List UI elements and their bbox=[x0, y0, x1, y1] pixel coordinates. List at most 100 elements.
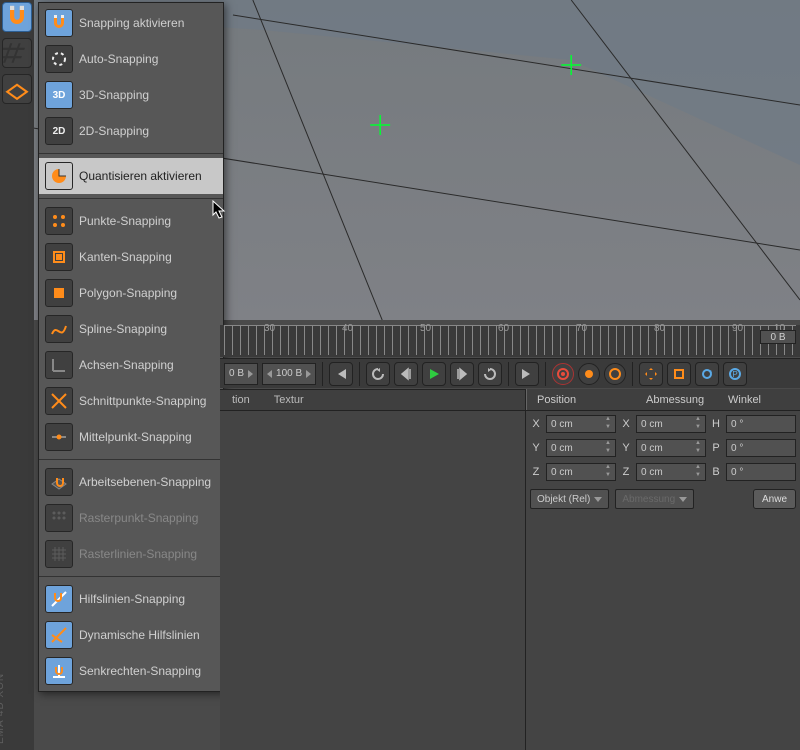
ruler-tick: 70 bbox=[576, 323, 587, 334]
param-key-button[interactable]: P bbox=[723, 362, 747, 386]
menu-label: Rasterlinien-Snapping bbox=[79, 547, 217, 561]
perpendicular-icon bbox=[45, 657, 73, 685]
move-key-button[interactable] bbox=[639, 362, 663, 386]
grid-tool-button[interactable] bbox=[2, 38, 32, 68]
coord-row-y: Y 0 cm▲▼ Y 0 cm▲▼ P 0 ° bbox=[526, 437, 800, 459]
menu-label: Polygon-Snapping bbox=[79, 286, 217, 300]
polygon-icon bbox=[45, 279, 73, 307]
coord-row-z: Z 0 cm▲▼ Z 0 cm▲▼ B 0 ° bbox=[526, 461, 800, 483]
coord-mode-dropdown[interactable]: Objekt (Rel) bbox=[530, 489, 609, 509]
menu-enable-snapping[interactable]: Snapping aktivieren bbox=[39, 5, 223, 41]
ang-p-field[interactable]: 0 ° bbox=[726, 439, 796, 457]
menu-label: Quantisieren aktivieren bbox=[79, 169, 217, 183]
axis-label: X bbox=[620, 418, 632, 430]
step-back-loop-button[interactable] bbox=[366, 362, 390, 386]
axis-label: P bbox=[710, 442, 722, 454]
gridpoint-icon bbox=[45, 504, 73, 532]
ruler-tick: 30 bbox=[264, 323, 275, 334]
record-button[interactable] bbox=[552, 363, 574, 385]
intersect-icon bbox=[45, 387, 73, 415]
col-angle: Winkel bbox=[718, 389, 800, 410]
frame-start-field[interactable]: 0 B bbox=[224, 363, 258, 385]
apply-button[interactable]: Anwe bbox=[753, 489, 796, 509]
menu-label: Punkte-Snapping bbox=[79, 214, 217, 228]
menu-label: Auto-Snapping bbox=[79, 52, 217, 66]
menu-label: Hilfslinien-Snapping bbox=[79, 592, 217, 606]
next-frame-button[interactable] bbox=[450, 362, 474, 386]
menu-label: Schnittpunkte-Snapping bbox=[79, 394, 217, 408]
timeline-ruler[interactable]: 30 40 50 60 70 80 90 10 0 B bbox=[224, 325, 796, 355]
tab-textur[interactable]: Textur bbox=[262, 394, 316, 406]
menu-label: Spline-Snapping bbox=[79, 322, 217, 336]
main-toolbar bbox=[0, 0, 34, 750]
scale-key-button[interactable] bbox=[667, 362, 691, 386]
ruler-tick: 90 bbox=[732, 323, 743, 334]
autokey-button[interactable] bbox=[578, 363, 600, 385]
menu-spline-snapping[interactable]: Spline-Snapping bbox=[39, 311, 223, 347]
menu-midpoint-snapping[interactable]: Mittelpunkt-Snapping bbox=[39, 419, 223, 455]
menu-edge-snapping[interactable]: Kanten-Snapping bbox=[39, 239, 223, 275]
midpoint-icon bbox=[45, 423, 73, 451]
axis-label: X bbox=[530, 418, 542, 430]
menu-3d-snapping[interactable]: 3D 3D-Snapping bbox=[39, 77, 223, 113]
prev-frame-button[interactable] bbox=[394, 362, 418, 386]
auto-icon bbox=[45, 45, 73, 73]
menu-2d-snapping[interactable]: 2D 2D-Snapping bbox=[39, 113, 223, 149]
menu-guide-snapping[interactable]: Hilfslinien-Snapping bbox=[39, 581, 223, 617]
rotate-key-button[interactable] bbox=[695, 362, 719, 386]
menu-label: Dynamische Hilfslinien bbox=[79, 628, 217, 642]
menu-perpendicular-snapping[interactable]: Senkrechten-Snapping bbox=[39, 653, 223, 689]
tab-partial[interactable]: tion bbox=[220, 394, 262, 406]
menu-quantize[interactable]: Quantisieren aktivieren bbox=[39, 158, 223, 194]
menu-auto-snapping[interactable]: Auto-Snapping bbox=[39, 41, 223, 77]
step-fwd-loop-button[interactable] bbox=[478, 362, 502, 386]
menu-workplane-snapping[interactable]: Arbeitsebenen-Snapping bbox=[39, 464, 223, 500]
quantize-icon bbox=[45, 162, 73, 190]
pos-z-field[interactable]: 0 cm▲▼ bbox=[546, 463, 616, 481]
3d-icon: 3D bbox=[45, 81, 73, 109]
frame-end-field[interactable]: 100 B bbox=[262, 363, 316, 385]
goto-end-button[interactable] bbox=[515, 362, 539, 386]
dim-z-field[interactable]: 0 cm▲▼ bbox=[636, 463, 706, 481]
dimension-dropdown[interactable]: Abmessung bbox=[615, 489, 694, 509]
timeline-end-frame[interactable]: 0 B bbox=[760, 330, 796, 344]
menu-axis-snapping[interactable]: Achsen-Snapping bbox=[39, 347, 223, 383]
ruler-tick: 40 bbox=[342, 323, 353, 334]
menu-intersection-snapping[interactable]: Schnittpunkte-Snapping bbox=[39, 383, 223, 419]
spline-icon bbox=[45, 315, 73, 343]
menu-dynamic-guides[interactable]: Dynamische Hilfslinien bbox=[39, 617, 223, 653]
dim-x-field[interactable]: 0 cm▲▼ bbox=[636, 415, 706, 433]
menu-polygon-snapping[interactable]: Polygon-Snapping bbox=[39, 275, 223, 311]
menu-gridpoint-snapping[interactable]: Rasterpunkt-Snapping bbox=[39, 500, 223, 536]
timeline[interactable]: 30 40 50 60 70 80 90 10 0 B bbox=[220, 325, 800, 357]
col-position: Position bbox=[526, 389, 636, 410]
col-dimension: Abmessung bbox=[636, 389, 718, 410]
ang-h-field[interactable]: 0 ° bbox=[726, 415, 796, 433]
transport-bar: 0 B 100 B P bbox=[220, 358, 800, 388]
menu-gridline-snapping[interactable]: Rasterlinien-Snapping bbox=[39, 536, 223, 572]
ruler-tick: 50 bbox=[420, 323, 431, 334]
menu-label: Senkrechten-Snapping bbox=[79, 664, 217, 678]
goto-start-button[interactable] bbox=[329, 362, 353, 386]
axis-label: H bbox=[710, 418, 722, 430]
ang-b-field[interactable]: 0 ° bbox=[726, 463, 796, 481]
pos-x-field[interactable]: 0 cm▲▼ bbox=[546, 415, 616, 433]
keyframe-sel-button[interactable] bbox=[604, 363, 626, 385]
ruler-tick: 80 bbox=[654, 323, 665, 334]
workplane-snap-icon bbox=[45, 468, 73, 496]
menu-label: Kanten-Snapping bbox=[79, 250, 217, 264]
workplane-tool-button[interactable] bbox=[2, 74, 32, 104]
menu-label: Achsen-Snapping bbox=[79, 358, 217, 372]
snap-tool-button[interactable] bbox=[2, 2, 32, 32]
axis-label: Y bbox=[530, 442, 542, 454]
magnet-icon bbox=[3, 3, 31, 31]
coordinates-header: Position Abmessung Winkel bbox=[526, 389, 800, 411]
menu-label: 3D-Snapping bbox=[79, 88, 217, 102]
snapping-menu: Snapping aktivieren Auto-Snapping 3D 3D-… bbox=[38, 2, 224, 692]
dim-y-field[interactable]: 0 cm▲▼ bbox=[636, 439, 706, 457]
pos-y-field[interactable]: 0 cm▲▼ bbox=[546, 439, 616, 457]
cursor-icon bbox=[212, 200, 226, 220]
play-button[interactable] bbox=[422, 362, 446, 386]
menu-point-snapping[interactable]: Punkte-Snapping bbox=[39, 203, 223, 239]
points-icon bbox=[45, 207, 73, 235]
